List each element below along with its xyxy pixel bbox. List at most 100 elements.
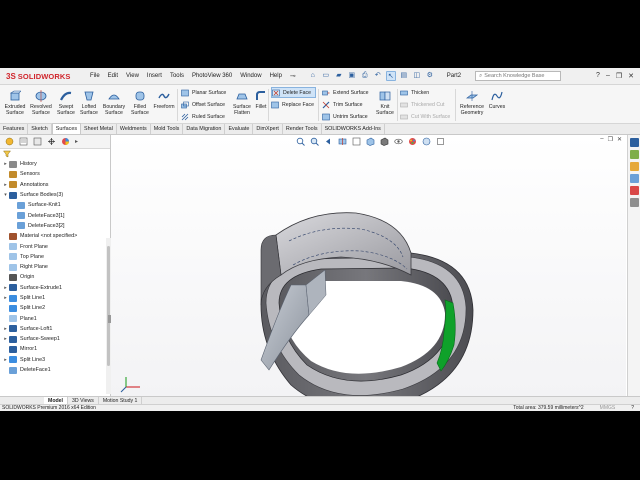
menu-edit[interactable]: Edit — [104, 73, 122, 79]
tab-addins[interactable]: SOLIDWORKS Add-Ins — [322, 124, 385, 134]
tab-dimxpert[interactable]: DimXpert — [253, 124, 283, 134]
offset-surface-button[interactable]: Offset Surface — [181, 99, 225, 110]
thicken-button[interactable]: Thicken — [400, 87, 429, 98]
swept-surface-button[interactable]: Swept Surface — [56, 90, 76, 116]
open-folder-icon[interactable]: ▰ — [334, 71, 344, 81]
tree-node[interactable]: ▾ Surface Bodies(3) — [0, 190, 110, 200]
tree-node[interactable]: Split Line2 — [0, 303, 110, 313]
tree-scroll-thumb[interactable] — [107, 246, 110, 366]
configuration-manager-tab-icon[interactable] — [33, 137, 42, 146]
tree-node[interactable]: Surface-Knit1 — [0, 200, 110, 210]
panel-expand-icon[interactable]: ▸ — [75, 138, 78, 145]
options-gear-icon[interactable]: ⚙ — [425, 71, 435, 81]
solidworks-logo[interactable]: 3S SOLIDWORKS — [6, 72, 78, 81]
view-palette-icon[interactable] — [630, 174, 639, 183]
ring-3d-model[interactable] — [111, 135, 626, 396]
tree-node[interactable]: DeleteFace3[1] — [0, 210, 110, 220]
print-icon[interactable]: ⎙ — [360, 71, 370, 81]
tree-node[interactable]: ▸ Split Line3 — [0, 355, 110, 365]
minimize-icon[interactable]: – — [606, 72, 610, 80]
tab-render-tools[interactable]: Render Tools — [283, 124, 322, 134]
tab-weldments[interactable]: Weldments — [117, 124, 151, 134]
restore-icon[interactable]: ❐ — [616, 72, 622, 80]
menu-file[interactable]: File — [86, 73, 104, 79]
pin-icon[interactable]: ⊸ — [290, 72, 296, 80]
tree-expand-icon[interactable]: ▾ — [3, 192, 8, 198]
tree-node[interactable]: Mirror1 — [0, 344, 110, 354]
tree-node[interactable]: ▸ Split Line1 — [0, 293, 110, 303]
knit-surface-button[interactable]: Knit Surface — [374, 90, 396, 116]
tree-expand-icon[interactable]: ▸ — [3, 357, 8, 363]
save-icon[interactable]: ▣ — [347, 71, 357, 81]
new-document-icon[interactable]: ▭ — [321, 71, 331, 81]
ruled-surface-button[interactable]: Ruled Surface — [181, 111, 225, 122]
graphics-area[interactable]: – ❐ ✕ — [111, 135, 626, 396]
tab-data-migration[interactable]: Data Migration — [183, 124, 226, 134]
surface-flatten-button[interactable]: Surface Flatten — [229, 90, 255, 116]
tab-evaluate[interactable]: Evaluate — [225, 124, 254, 134]
extruded-surface-button[interactable]: Extruded Surface — [4, 90, 26, 116]
tree-node[interactable]: Plane1 — [0, 313, 110, 323]
tab-sheet-metal[interactable]: Sheet Metal — [81, 124, 117, 134]
fillet-button[interactable]: Fillet — [254, 90, 268, 110]
untrim-surface-button[interactable]: Untrim Surface — [322, 111, 368, 122]
revolved-surface-button[interactable]: Revolved Surface — [30, 90, 52, 116]
tab-mold-tools[interactable]: Mold Tools — [151, 124, 184, 134]
delete-face-button[interactable]: Delete Face — [271, 87, 316, 98]
tree-expand-icon[interactable]: ▸ — [3, 326, 8, 332]
curves-button[interactable]: Curves — [487, 90, 507, 110]
tree-expand-icon[interactable]: ▸ — [3, 182, 8, 188]
replace-face-button[interactable]: Replace Face — [271, 99, 314, 110]
dimxpert-manager-tab-icon[interactable] — [47, 137, 56, 146]
select-pointer-icon[interactable]: ↖ — [385, 71, 396, 81]
tree-node[interactable]: Front Plane — [0, 241, 110, 251]
tab-surfaces[interactable]: Surfaces — [51, 123, 82, 134]
tree-node[interactable]: Material <not specified> — [0, 231, 110, 241]
tree-node[interactable]: ▸ History — [0, 159, 110, 169]
tree-node[interactable]: DeleteFace1 — [0, 365, 110, 375]
extend-surface-button[interactable]: Extend Surface — [322, 87, 368, 98]
tree-expand-icon[interactable]: ▸ — [3, 295, 8, 301]
tree-expand-icon[interactable]: ▸ — [3, 336, 8, 342]
tree-filter[interactable] — [0, 149, 110, 159]
tree-node[interactable]: Origin — [0, 272, 110, 282]
menu-photoview[interactable]: PhotoView 360 — [188, 73, 236, 79]
reference-geometry-button[interactable]: Reference Geometry — [458, 90, 486, 116]
boundary-surface-button[interactable]: Boundary Surface — [101, 90, 127, 116]
tree-node[interactable]: Sensors — [0, 169, 110, 179]
display-manager-tab-icon[interactable] — [61, 137, 70, 146]
undo-icon[interactable]: ↶ — [373, 71, 383, 81]
design-library-icon[interactable] — [630, 150, 639, 159]
menu-insert[interactable]: Insert — [143, 73, 166, 79]
solidworks-resources-icon[interactable] — [630, 138, 639, 147]
tree-node[interactable]: DeleteFace3[2] — [0, 221, 110, 231]
menu-help[interactable]: Help — [266, 73, 286, 79]
freeform-button[interactable]: Freeform — [152, 90, 176, 110]
tree-node[interactable]: ▸ Surface-Extrude1 — [0, 283, 110, 293]
menu-view[interactable]: View — [122, 73, 143, 79]
tree-node[interactable]: Right Plane — [0, 262, 110, 272]
home-icon[interactable]: ⌂ — [308, 71, 318, 81]
trim-surface-button[interactable]: Trim Surface — [322, 99, 363, 110]
tree-expand-icon[interactable]: ▸ — [3, 285, 8, 291]
search-knowledge-base[interactable]: ⌕ Search Knowledge Base — [475, 71, 562, 81]
rebuild-icon[interactable]: ▤ — [399, 71, 409, 81]
property-manager-tab-icon[interactable] — [19, 137, 28, 146]
tree-node[interactable]: ▸ Surface-Sweep1 — [0, 334, 110, 344]
file-properties-icon[interactable]: ◫ — [412, 71, 422, 81]
help-icon[interactable]: ? — [596, 72, 600, 80]
menu-tools[interactable]: Tools — [166, 73, 188, 79]
tree-expand-icon[interactable]: ▸ — [3, 161, 8, 167]
appearances-icon[interactable] — [630, 186, 639, 195]
custom-properties-icon[interactable] — [630, 198, 639, 207]
tab-sketch[interactable]: Sketch — [28, 124, 52, 134]
close-icon[interactable]: ✕ — [628, 72, 634, 80]
tab-features[interactable]: Features — [0, 124, 29, 134]
planar-surface-button[interactable]: Planar Surface — [181, 87, 226, 98]
tree-node[interactable]: ▸ Surface-Loft1 — [0, 324, 110, 334]
tree-node[interactable]: Top Plane — [0, 252, 110, 262]
menu-window[interactable]: Window — [236, 73, 265, 79]
file-explorer-icon[interactable] — [630, 162, 639, 171]
tree-node[interactable]: ▸ Annotations — [0, 180, 110, 190]
lofted-surface-button[interactable]: Lofted Surface — [79, 90, 99, 116]
